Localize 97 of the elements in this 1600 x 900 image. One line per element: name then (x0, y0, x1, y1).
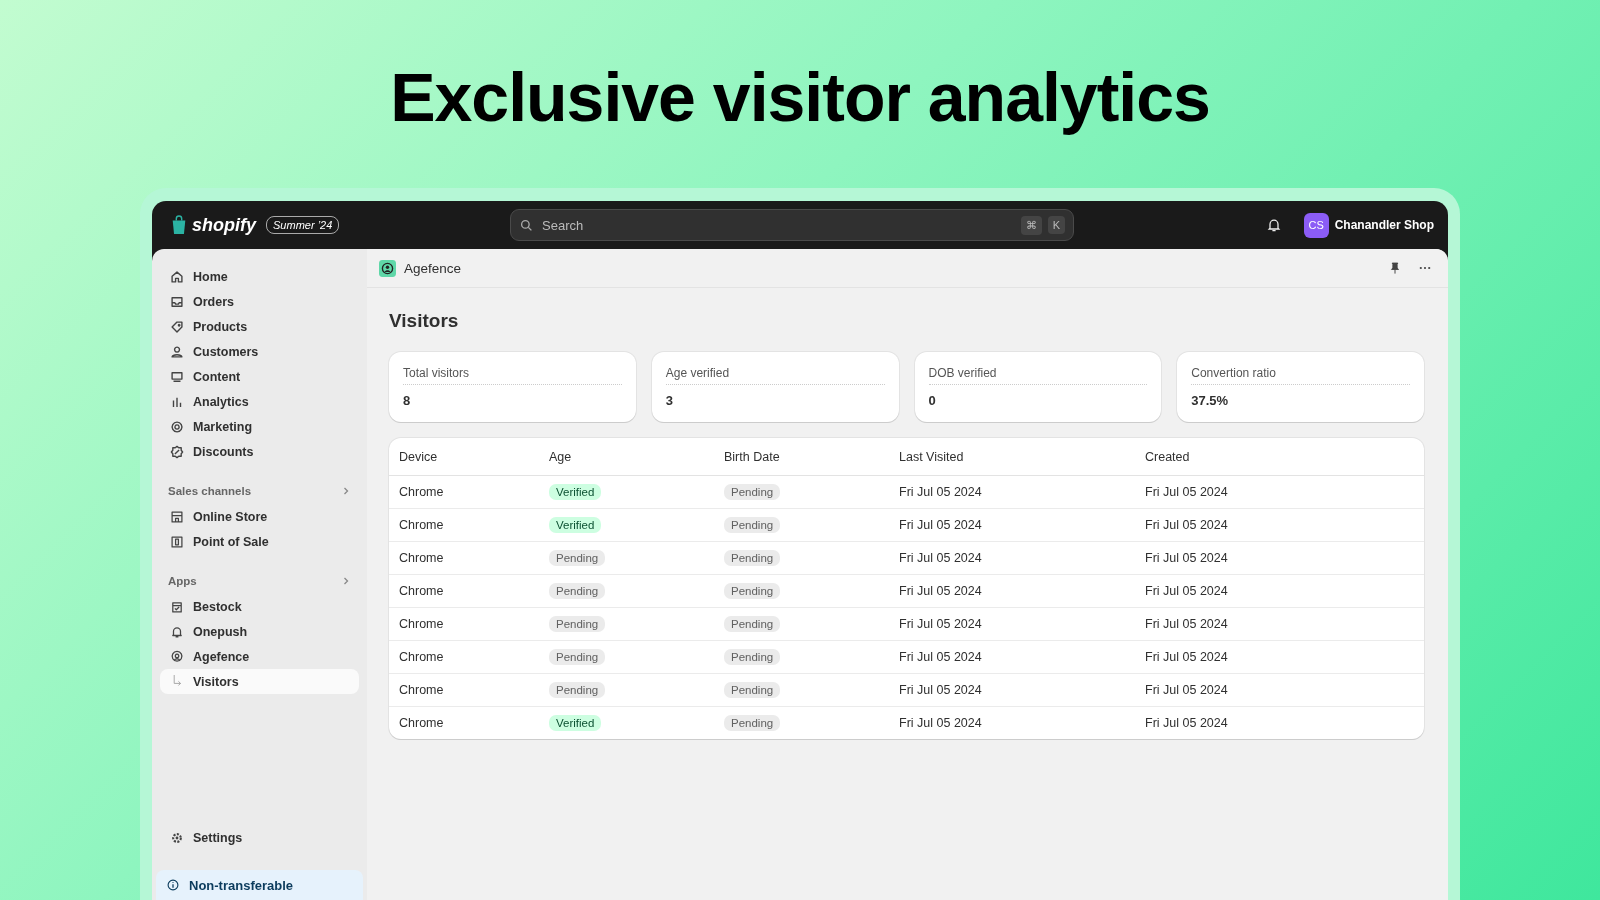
nav-item[interactable]: Content (160, 364, 359, 389)
page-title: Visitors (389, 310, 460, 332)
table-cell: Chrome (399, 683, 444, 697)
target-icon (170, 419, 184, 434)
nav-item[interactable]: Orders (160, 289, 359, 314)
search-field[interactable]: Search ⌘ K (510, 209, 1074, 241)
table-cell: Fri Jul 05 2024 (1145, 650, 1228, 664)
table-cell: Chrome (399, 716, 444, 730)
table-cell: Fri Jul 05 2024 (1145, 485, 1228, 499)
table-cell: Fri Jul 05 2024 (899, 551, 982, 565)
edition-badge: Summer ’24 (266, 216, 340, 234)
column-header: Device (399, 449, 438, 464)
logo-text: shopify (192, 214, 256, 236)
stat-value: 8 (403, 393, 412, 408)
status-badge: Verified (549, 517, 602, 533)
section-title: Sales channels (168, 485, 252, 497)
monitor-icon (170, 369, 184, 384)
stat-label: Total visitors (403, 366, 622, 385)
table-cell: Fri Jul 05 2024 (1145, 617, 1228, 631)
nav-item[interactable]: Customers (160, 339, 359, 364)
shop-name[interactable]: Chanandler Shop (1334, 218, 1434, 232)
table-cell: Chrome (399, 485, 444, 499)
nav-item[interactable]: Products (160, 314, 359, 339)
column-header: Age (549, 449, 572, 464)
inbox-icon (170, 294, 184, 309)
status-badge: Pending (549, 616, 606, 632)
bell-icon[interactable] (1265, 217, 1282, 233)
storefront-icon (170, 509, 184, 524)
status-badge: Pending (724, 715, 781, 731)
table-cell: Chrome (399, 650, 444, 664)
status-badge: Pending (724, 517, 781, 533)
stat-value: 0 (928, 393, 937, 408)
status-badge: Pending (549, 550, 606, 566)
table-cell: Fri Jul 05 2024 (899, 650, 982, 664)
table-cell: Chrome (399, 551, 444, 565)
status-badge: Pending (724, 550, 781, 566)
status-badge: Verified (549, 484, 602, 500)
person-icon (170, 344, 184, 359)
table-cell: Fri Jul 05 2024 (899, 518, 982, 532)
status-badge: Pending (724, 616, 781, 632)
tag-icon (170, 319, 184, 334)
nav-item[interactable]: Analytics (160, 389, 359, 414)
house-icon (170, 269, 184, 284)
status-badge: Pending (549, 682, 606, 698)
nav-item[interactable]: Agefence (160, 644, 359, 669)
table-cell: Fri Jul 05 2024 (1145, 551, 1228, 565)
stat-value: 37.5% (1191, 393, 1230, 408)
table-cell: Fri Jul 05 2024 (899, 485, 982, 499)
notice-text: Non-transferable (189, 877, 294, 893)
settings-item[interactable]: Settings (160, 825, 359, 850)
nav-item[interactable]: Discounts (160, 439, 359, 464)
stat-label: Convertion ratio (1191, 366, 1410, 385)
column-header: Last Visited (899, 449, 964, 464)
status-badge: Pending (724, 583, 781, 599)
table-cell: Fri Jul 05 2024 (1145, 584, 1228, 598)
table-cell: Chrome (399, 584, 444, 598)
status-badge: Verified (549, 715, 602, 731)
table-cell: Fri Jul 05 2024 (1145, 518, 1228, 532)
shopping-bag-icon (170, 215, 188, 235)
status-badge: Pending (724, 682, 781, 698)
nav-item[interactable]: Home (160, 264, 359, 289)
search-icon (519, 217, 534, 233)
table-cell: Fri Jul 05 2024 (899, 716, 982, 730)
table-cell: Fri Jul 05 2024 (899, 584, 982, 598)
shortcut-key: K (1047, 216, 1065, 234)
app-icon (379, 259, 396, 277)
nav-item[interactable]: Online Store (160, 504, 359, 529)
status-badge: Pending (724, 649, 781, 665)
nav-item[interactable]: Bestock (160, 594, 359, 619)
column-header: Created (1145, 449, 1190, 464)
account-avatar[interactable]: CS (1303, 212, 1329, 238)
nav-item[interactable]: Point of Sale (160, 529, 359, 554)
nav-subitem[interactable]: Visitors (160, 669, 359, 694)
table-cell: Chrome (399, 617, 444, 631)
column-header: Birth Date (724, 449, 780, 464)
nav-item[interactable]: Marketing (160, 414, 359, 439)
headline: Exclusive visitor analytics (390, 58, 1210, 137)
nav-item[interactable]: Onepush (160, 619, 359, 644)
stat-value: 3 (665, 393, 674, 408)
bell-icon (170, 624, 184, 639)
stat-label: DOB verified (928, 366, 1148, 385)
table-cell: Fri Jul 05 2024 (1145, 683, 1228, 697)
pin-icon[interactable] (1388, 261, 1402, 275)
app-title: Agefence (404, 260, 462, 276)
stat-label: Age verified (665, 366, 885, 385)
table-cell: Fri Jul 05 2024 (1145, 716, 1228, 730)
table-cell: Fri Jul 05 2024 (899, 683, 982, 697)
section-title: Apps (168, 575, 197, 587)
status-badge: Pending (549, 649, 606, 665)
calendar-icon (170, 599, 184, 614)
info-icon (166, 878, 180, 892)
table-cell: Fri Jul 05 2024 (899, 617, 982, 631)
status-badge: Pending (549, 583, 606, 599)
shortcut-key: ⌘ (1020, 215, 1042, 235)
table-cell: Chrome (399, 518, 444, 532)
status-badge: Pending (724, 484, 781, 500)
search-input[interactable]: Search (540, 216, 1015, 234)
